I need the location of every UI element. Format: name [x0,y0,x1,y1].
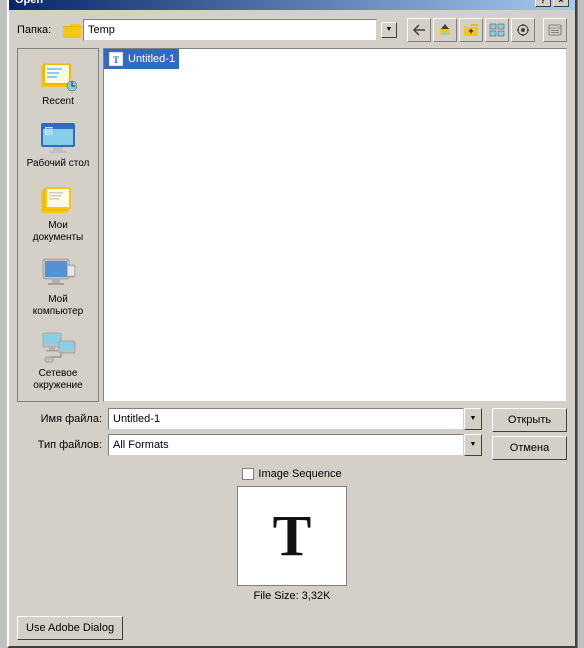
current-folder-text: Temp [88,24,115,36]
folder-select-wrapper: Temp ▼ [63,19,397,41]
file-size-text: File Size: 3,32K [253,590,330,602]
svg-text:T: T [113,55,119,65]
sidebar-item-documents[interactable]: Мои документы [20,177,96,249]
close-button[interactable]: × [553,0,569,7]
filetype-value: All Formats [108,434,464,456]
folder-label: Папка: [17,24,57,36]
filename-dropdown-btn[interactable]: ▼ [464,408,482,430]
preview-box: T [237,486,347,586]
bottom-bar: Use Adobe Dialog [9,610,575,646]
fields-and-buttons: Имя файла: ▼ Тип файлов: All Formats ▼ О… [17,408,567,460]
sidebar-item-desktop[interactable]: Рабочий стол [20,115,96,175]
use-adobe-dialog-button[interactable]: Use Adobe Dialog [17,616,123,640]
dialog-content: Папка: Temp ▼ [9,10,575,610]
favorites-button[interactable] [543,18,567,42]
file-name: Untitled-1 [128,53,175,65]
action-buttons: Открыть Отмена [492,408,567,460]
filetype-dropdown-btn[interactable]: ▼ [464,434,482,456]
filetype-label: Тип файлов: [17,439,102,451]
up-button[interactable] [433,18,457,42]
documents-label: Мои документы [33,220,84,244]
network-icon [38,330,78,366]
folder-combo-arrow[interactable]: ▼ [381,22,397,38]
new-folder-button[interactable]: + [459,18,483,42]
desktop-label: Рабочий стол [27,158,90,170]
folder-combo-box[interactable]: Temp [83,19,377,41]
open-dialog: Open ? × Папка: Temp [7,0,577,648]
image-sequence-checkbox[interactable] [242,468,254,480]
dialog-title: Open [15,0,43,6]
desktop-icon [38,120,78,156]
filetype-combo: All Formats ▼ [108,434,482,456]
back-button[interactable] [407,18,431,42]
preview-area: T File Size: 3,32K [17,486,567,602]
network-label: Сетевое окружение [33,368,82,392]
filename-input[interactable] [108,408,464,430]
cancel-button[interactable]: Отмена [492,436,567,460]
sidebar-item-recent[interactable]: Recent [20,53,96,113]
view-button[interactable] [485,18,509,42]
toolbar-row: Папка: Temp ▼ [17,18,567,42]
sidebar-item-network[interactable]: Сетевое окружение [20,325,96,397]
filename-combo: ▼ [108,408,482,430]
open-button[interactable]: Открыть [492,408,567,432]
image-sequence-row: Image Sequence [17,468,567,480]
filetype-row: Тип файлов: All Formats ▼ [17,434,482,456]
help-button[interactable]: ? [535,0,551,7]
recent-label: Recent [42,96,74,108]
computer-label: Мой компьютер [33,294,83,318]
sidebar: Recent [17,48,99,402]
title-bar: Open ? × [9,0,575,10]
computer-icon [38,256,78,292]
filename-row: Имя файла: ▼ [17,408,482,430]
preview-letter: T [273,507,312,565]
file-browser[interactable]: T Untitled-1 [103,48,567,402]
title-bar-left: Open [15,0,43,6]
title-bar-controls: ? × [535,0,569,7]
file-item-untitled[interactable]: T Untitled-1 [104,49,179,69]
sidebar-item-computer[interactable]: Мой компьютер [20,251,96,323]
main-area: Recent [17,48,567,402]
svg-text:+: + [468,26,473,36]
toolbar-buttons: + [407,18,535,42]
recent-icon [38,58,78,94]
image-sequence-label: Image Sequence [258,468,341,480]
filename-label: Имя файла: [17,413,102,425]
file-item-icon: T [108,51,124,67]
tools-button[interactable] [511,18,535,42]
documents-icon [38,182,78,218]
fields-area: Имя файла: ▼ Тип файлов: All Formats ▼ [17,408,482,456]
folder-icon-small [63,22,81,38]
